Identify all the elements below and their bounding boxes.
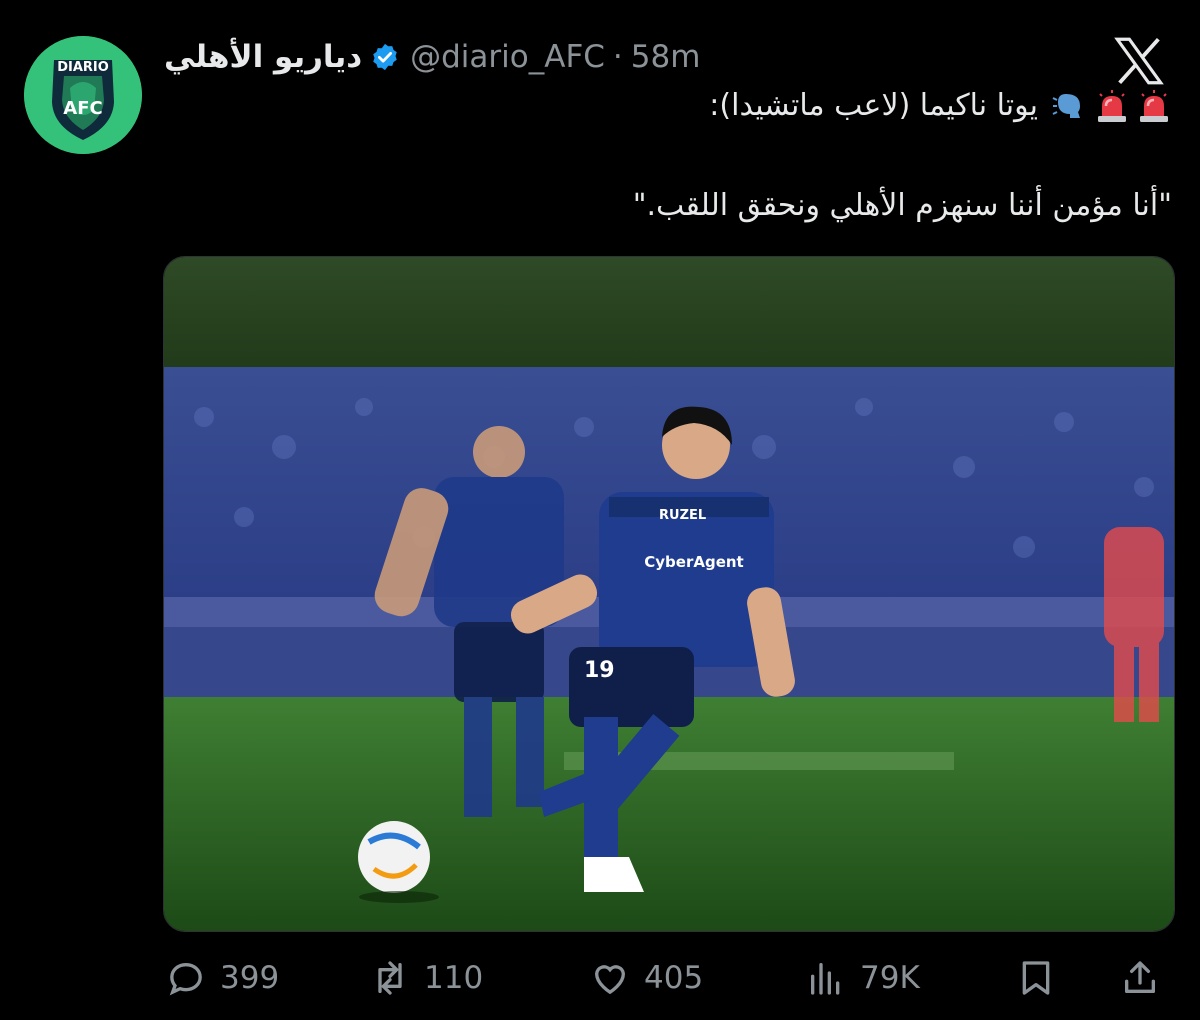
post-text-line-1: يوتا ناكيما (لاعب ماتشيدا): xyxy=(709,86,1172,126)
author-display-name[interactable]: دياريو الأهلي xyxy=(164,39,362,75)
avatar[interactable]: DIARIO AFC xyxy=(24,36,142,154)
shirt-logo: RUZEL xyxy=(659,508,706,523)
like-count: 405 xyxy=(644,960,704,996)
post-quote: "أنا مؤمن أننا سنهزم الأهلي ونحقق اللقب.… xyxy=(632,188,1172,223)
views-chart-icon xyxy=(811,963,840,995)
reply-button[interactable]: 399 xyxy=(166,948,279,1008)
avatar-bottom-text: AFC xyxy=(63,98,102,119)
football-player-photo: RUZEL CyberAgent 19 xyxy=(164,257,1174,931)
heart-icon xyxy=(594,965,626,995)
post-media-photo[interactable]: RUZEL CyberAgent 19 xyxy=(163,256,1175,932)
views-count: 79K xyxy=(860,960,920,996)
repost-icon xyxy=(378,961,402,995)
share-icon xyxy=(1125,961,1155,993)
like-button[interactable]: 405 xyxy=(590,948,703,1008)
author-handle[interactable]: @diario_AFC xyxy=(410,39,605,75)
x-logo-icon[interactable] xyxy=(1110,32,1168,90)
shorts-number: 19 xyxy=(584,658,615,683)
shirt-sponsor: CyberAgent xyxy=(644,553,743,571)
post-timestamp[interactable]: 58m xyxy=(631,39,701,75)
repost-count: 110 xyxy=(424,960,484,996)
share-button[interactable] xyxy=(1120,948,1160,1008)
reply-icon xyxy=(169,962,202,996)
post-text: يوتا ناكيما (لاعب ماتشيدا): xyxy=(709,88,1038,123)
reply-count: 399 xyxy=(220,960,280,996)
avatar-top-text: DIARIO xyxy=(57,60,109,75)
repost-button[interactable]: 110 xyxy=(370,948,483,1008)
verified-badge-icon[interactable] xyxy=(370,42,400,72)
bookmark-icon xyxy=(1022,961,1050,995)
siren-icon xyxy=(1094,88,1130,124)
views-button[interactable]: 79K xyxy=(806,948,920,1008)
speaking-head-icon xyxy=(1052,88,1088,124)
post-action-bar: 399 110 405 79K xyxy=(0,948,1200,1008)
post-header: دياريو الأهلي @diario_AFC · 58m xyxy=(164,34,700,80)
siren-icon xyxy=(1136,88,1172,124)
diario-afc-logo: DIARIO AFC xyxy=(24,36,142,154)
meta-separator: · xyxy=(612,39,623,75)
bookmark-button[interactable] xyxy=(1016,948,1056,1008)
